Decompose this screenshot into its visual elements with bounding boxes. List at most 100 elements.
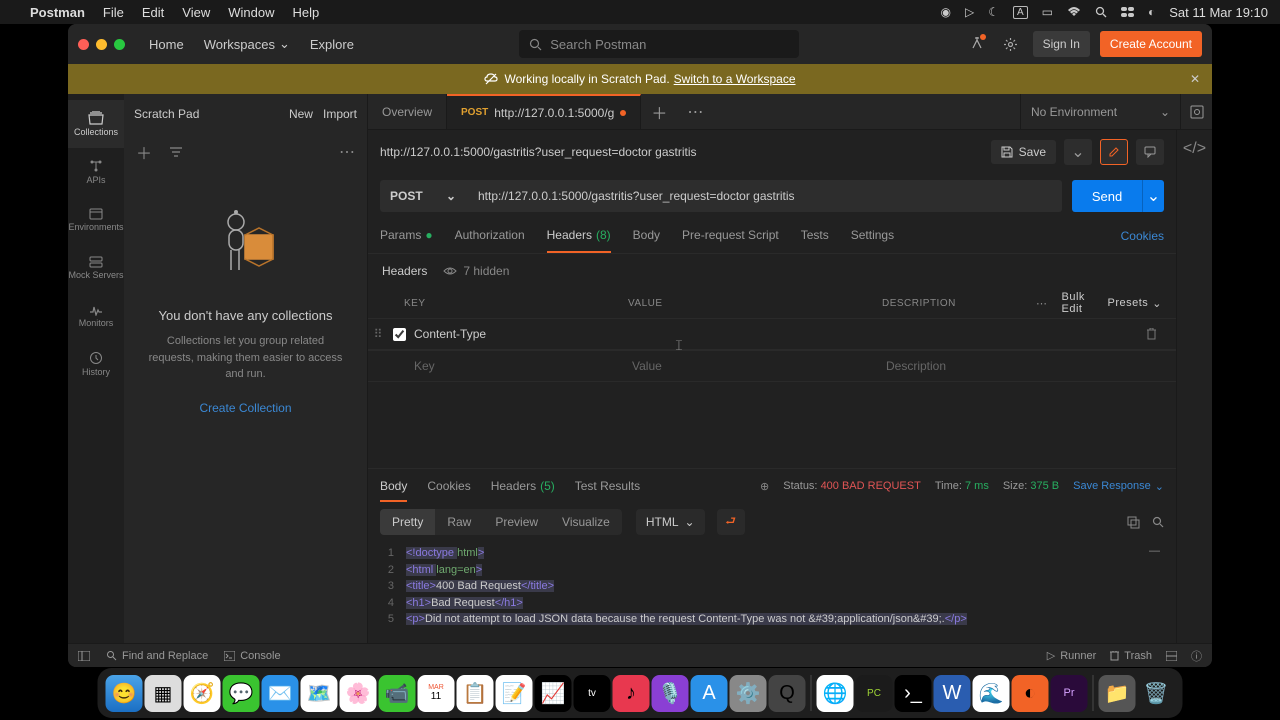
desc-placeholder[interactable]: Description <box>882 359 1146 373</box>
workspaces-link[interactable]: Workspaces ⌄ <box>204 36 290 52</box>
save-response-link[interactable]: Save Response ⌄ <box>1073 480 1164 493</box>
copy-icon[interactable] <box>1127 516 1140 529</box>
banner-link[interactable]: Switch to a Workspace <box>674 72 796 86</box>
dock-premiere[interactable]: Pr <box>1051 675 1088 712</box>
signin-button[interactable]: Sign In <box>1033 31 1090 57</box>
view-pretty[interactable]: Pretty <box>380 509 435 535</box>
dock-settings[interactable]: ⚙️ <box>730 675 767 712</box>
banner-close-icon[interactable]: ✕ <box>1190 72 1200 86</box>
battery-icon[interactable]: ▭ <box>1042 5 1053 19</box>
resp-tab-tests[interactable]: Test Results <box>575 479 640 493</box>
trash[interactable]: Trash <box>1110 648 1152 664</box>
new-button[interactable]: New <box>289 107 313 121</box>
tab-authorization[interactable]: Authorization <box>455 228 525 244</box>
tab-tests[interactable]: Tests <box>801 228 829 244</box>
layout-icon[interactable] <box>1166 648 1177 664</box>
key-placeholder[interactable]: Key <box>410 359 628 373</box>
tab-more-icon[interactable]: ⋯ <box>677 94 713 129</box>
sidebar-item-collections[interactable]: Collections <box>68 100 124 148</box>
filter-icon[interactable] <box>170 147 182 157</box>
record-icon[interactable]: ◉ <box>940 5 950 19</box>
menu-file[interactable]: File <box>103 5 124 20</box>
dock-launchpad[interactable]: ▦ <box>145 675 182 712</box>
key-cell[interactable]: Content-Type <box>410 327 628 341</box>
add-icon[interactable]: ＋ <box>136 140 152 164</box>
delete-row-icon[interactable] <box>1146 328 1176 340</box>
save-dropdown[interactable]: ⌄ <box>1064 139 1092 165</box>
send-button[interactable]: Send <box>1072 180 1142 212</box>
tab-headers[interactable]: Headers (8) <box>547 228 611 244</box>
send-dropdown[interactable]: ⌄ <box>1142 180 1164 212</box>
invite-icon[interactable] <box>965 32 989 56</box>
method-select[interactable]: POST⌄ <box>380 180 466 212</box>
view-raw[interactable]: Raw <box>435 509 483 535</box>
console[interactable]: Console <box>224 650 280 662</box>
tab-body[interactable]: Body <box>633 228 660 244</box>
more-icon[interactable]: ⋯ <box>1036 297 1048 310</box>
sidebar-item-monitors[interactable]: Monitors <box>68 292 124 340</box>
cookies-link[interactable]: Cookies <box>1121 229 1164 243</box>
url-input[interactable] <box>466 180 1062 212</box>
settings-icon[interactable] <box>999 32 1023 56</box>
dock-mail[interactable]: ✉️ <box>262 675 299 712</box>
dock-maps[interactable]: 🗺️ <box>301 675 338 712</box>
view-visualize[interactable]: Visualize <box>550 509 622 535</box>
dock-edge[interactable]: 🌊 <box>973 675 1010 712</box>
resp-tab-cookies[interactable]: Cookies <box>427 479 470 493</box>
tab-settings[interactable]: Settings <box>851 228 894 244</box>
presets-dropdown[interactable]: Presets ⌄ <box>1107 297 1162 310</box>
tab-overview[interactable]: Overview <box>368 94 447 129</box>
hidden-toggle[interactable]: 7 hidden <box>443 264 509 278</box>
dock-word[interactable]: W <box>934 675 971 712</box>
environment-quicklook-icon[interactable] <box>1180 94 1212 129</box>
menu-view[interactable]: View <box>182 5 210 20</box>
wifi-icon[interactable] <box>1067 7 1081 17</box>
dock-quicktime[interactable]: Q <box>769 675 806 712</box>
menu-window[interactable]: Window <box>228 5 274 20</box>
dock-terminal[interactable]: ›_ <box>895 675 932 712</box>
dock-messages[interactable]: 💬 <box>223 675 260 712</box>
dock-notes[interactable]: 📝 <box>496 675 533 712</box>
minimize-window[interactable] <box>96 39 107 50</box>
dock-calendar[interactable]: MAR11 <box>418 675 455 712</box>
value-placeholder[interactable]: Value <box>628 359 882 373</box>
dock-safari[interactable]: 🧭 <box>184 675 221 712</box>
collapse-icon[interactable]: — <box>1149 543 1160 560</box>
response-body[interactable]: — 1<!doctype html>2<html lang=en>3<title… <box>368 541 1176 643</box>
explore-link[interactable]: Explore <box>310 36 354 52</box>
resp-tab-headers[interactable]: Headers (5) <box>491 479 555 493</box>
tab-params[interactable]: Params● <box>380 228 433 244</box>
tab-request[interactable]: POST http://127.0.0.1:5000/g <box>447 94 641 129</box>
sidebar-item-environments[interactable]: Environments <box>68 196 124 244</box>
dock-reminders[interactable]: 📋 <box>457 675 494 712</box>
create-collection-button[interactable]: Create Collection <box>199 401 291 415</box>
dock-postman[interactable]: ◐ <box>1012 675 1049 712</box>
dock-finder[interactable]: 😊 <box>106 675 143 712</box>
panel-toggle-icon[interactable] <box>78 651 90 661</box>
wrap-lines-icon[interactable]: ⮐ <box>717 509 745 535</box>
create-account-button[interactable]: Create Account <box>1100 31 1202 57</box>
runner[interactable]: ▷ Runner <box>1047 648 1097 664</box>
import-button[interactable]: Import <box>323 107 357 121</box>
siri-icon[interactable]: ◐ <box>1148 5 1155 19</box>
drag-handle[interactable]: ⠿ <box>368 327 388 341</box>
sidebar-item-mockservers[interactable]: Mock Servers <box>68 244 124 292</box>
input-icon[interactable]: A <box>1013 6 1028 19</box>
view-preview[interactable]: Preview <box>483 509 550 535</box>
new-tab-button[interactable]: ＋ <box>641 94 677 129</box>
find-replace[interactable]: Find and Replace <box>106 650 208 662</box>
code-icon[interactable]: </> <box>1183 140 1206 158</box>
tab-prereq[interactable]: Pre-request Script <box>682 228 779 244</box>
dock-podcasts[interactable]: 🎙️ <box>652 675 689 712</box>
search-response-icon[interactable] <box>1152 516 1164 529</box>
dock-pycharm[interactable]: PC <box>856 675 893 712</box>
globe-icon[interactable]: ⊕ <box>760 480 769 493</box>
close-window[interactable] <box>78 39 89 50</box>
row-checkbox[interactable] <box>393 328 406 341</box>
save-button[interactable]: Save <box>991 140 1056 164</box>
format-select[interactable]: HTML ⌄ <box>636 509 705 535</box>
control-center-icon[interactable] <box>1121 7 1134 17</box>
resp-tab-body[interactable]: Body <box>380 479 407 493</box>
bulk-edit-link[interactable]: Bulk Edit <box>1062 291 1094 315</box>
moon-icon[interactable]: ☾ <box>988 5 999 19</box>
